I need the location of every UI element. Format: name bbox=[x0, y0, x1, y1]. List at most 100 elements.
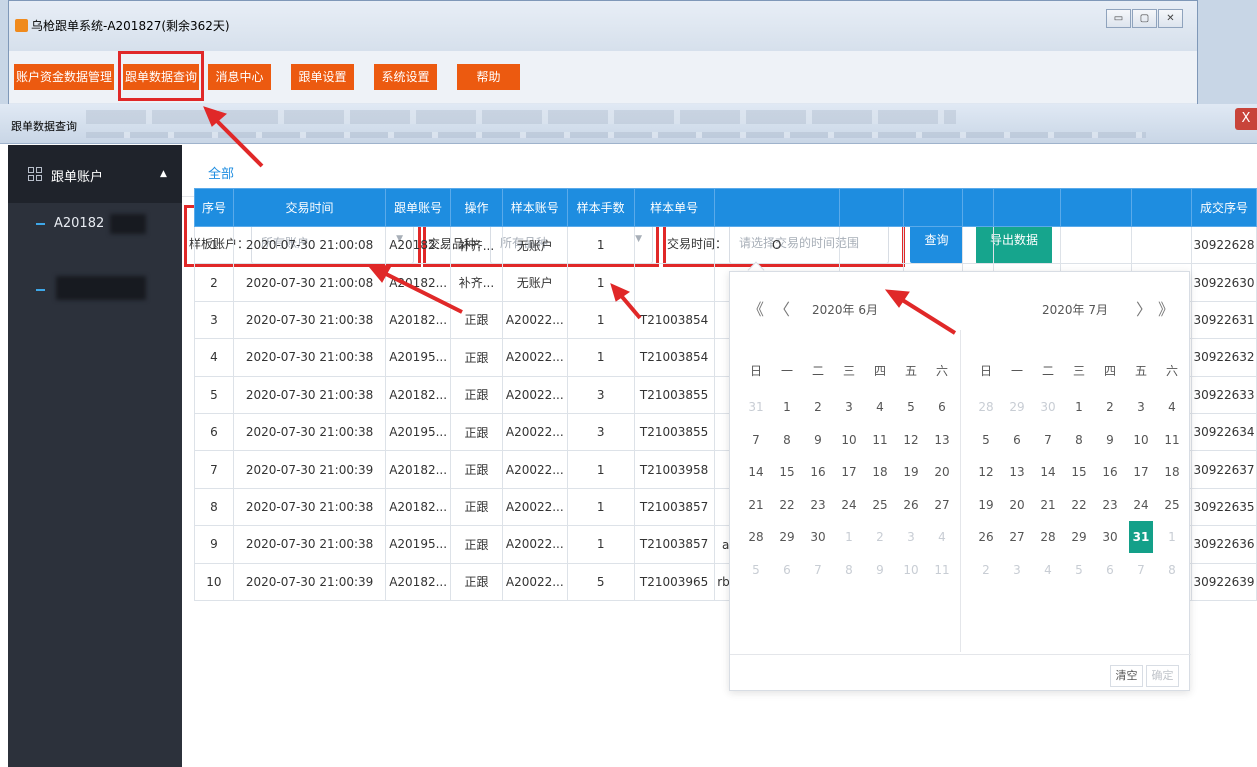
calendar-day[interactable]: 8 bbox=[1067, 424, 1091, 456]
caret-up-icon[interactable]: ▲ bbox=[160, 169, 167, 179]
calendar-day[interactable]: 2 bbox=[868, 521, 892, 553]
calendar-day[interactable]: 30 bbox=[806, 521, 830, 553]
calendar-day[interactable]: 7 bbox=[1129, 554, 1153, 586]
calendar-day[interactable]: 8 bbox=[775, 424, 799, 456]
calendar-day[interactable]: 11 bbox=[1160, 424, 1184, 456]
calendar-day[interactable]: 15 bbox=[1067, 456, 1091, 488]
calendar-day[interactable]: 5 bbox=[974, 424, 998, 456]
calendar-day[interactable]: 6 bbox=[775, 554, 799, 586]
calendar-day[interactable]: 31 bbox=[744, 391, 768, 423]
prev-year-icon[interactable]: 《 bbox=[748, 296, 764, 320]
calendar-day[interactable]: 15 bbox=[775, 456, 799, 488]
menu-help[interactable]: 帮助 bbox=[457, 64, 520, 90]
calendar-day[interactable]: 23 bbox=[1098, 489, 1122, 521]
calendar-day[interactable]: 13 bbox=[930, 424, 954, 456]
calendar-day[interactable]: 22 bbox=[1067, 489, 1091, 521]
calendar-day[interactable]: 11 bbox=[930, 554, 954, 586]
close-button[interactable]: ✕ bbox=[1158, 9, 1183, 28]
calendar-day[interactable]: 28 bbox=[1036, 521, 1060, 553]
calendar-day[interactable]: 16 bbox=[1098, 456, 1122, 488]
calendar-day[interactable]: 8 bbox=[837, 554, 861, 586]
calendar-day[interactable]: 24 bbox=[837, 489, 861, 521]
calendar-day[interactable]: 4 bbox=[868, 391, 892, 423]
calendar-day[interactable]: 10 bbox=[899, 554, 923, 586]
calendar-day[interactable]: 9 bbox=[806, 424, 830, 456]
calendar-day[interactable]: 6 bbox=[1098, 554, 1122, 586]
table-row[interactable]: 1 2020-07-30 21:00:08 A20182... 补齐... 无账户 1 O 3… bbox=[194, 225, 1257, 265]
calendar-day[interactable]: 1 bbox=[775, 391, 799, 423]
calendar-day[interactable]: 20 bbox=[930, 456, 954, 488]
clear-button[interactable]: 清空 bbox=[1110, 665, 1143, 687]
calendar-day[interactable]: 26 bbox=[899, 489, 923, 521]
calendar-day[interactable]: 21 bbox=[1036, 489, 1060, 521]
calendar-day[interactable]: 27 bbox=[930, 489, 954, 521]
calendar-day[interactable]: 26 bbox=[974, 521, 998, 553]
calendar-day[interactable]: 9 bbox=[1098, 424, 1122, 456]
calendar-day[interactable]: 1 bbox=[1160, 521, 1184, 553]
calendar-day[interactable]: 28 bbox=[744, 521, 768, 553]
calendar-day[interactable]: 4 bbox=[930, 521, 954, 553]
calendar-day[interactable]: 5 bbox=[744, 554, 768, 586]
sidebar-item-account-1[interactable]: A20182 bbox=[8, 204, 182, 244]
calendar-day[interactable]: 5 bbox=[1067, 554, 1091, 586]
menu-follow-settings[interactable]: 跟单设置 bbox=[291, 64, 354, 90]
next-month-icon[interactable]: 〉 bbox=[1136, 296, 1152, 320]
menu-account-funds[interactable]: 账户资金数据管理 bbox=[14, 64, 114, 90]
calendar-day[interactable]: 1 bbox=[837, 521, 861, 553]
calendar-day[interactable]: 23 bbox=[806, 489, 830, 521]
menu-system-settings[interactable]: 系统设置 bbox=[374, 64, 437, 90]
calendar-day[interactable]: 29 bbox=[775, 521, 799, 553]
calendar-day[interactable]: 3 bbox=[837, 391, 861, 423]
calendar-day[interactable]: 3 bbox=[899, 521, 923, 553]
calendar-day[interactable]: 12 bbox=[974, 456, 998, 488]
calendar-day[interactable]: 29 bbox=[1005, 391, 1029, 423]
calendar-day[interactable]: 4 bbox=[1160, 391, 1184, 423]
calendar-day[interactable]: 13 bbox=[1005, 456, 1029, 488]
calendar-day[interactable]: 24 bbox=[1129, 489, 1153, 521]
calendar-day[interactable]: 14 bbox=[744, 456, 768, 488]
calendar-day[interactable]: 21 bbox=[744, 489, 768, 521]
calendar-day[interactable]: 22 bbox=[775, 489, 799, 521]
sidebar-item-account-2[interactable] bbox=[8, 268, 182, 308]
calendar-day[interactable]: 19 bbox=[899, 456, 923, 488]
calendar-day[interactable]: 3 bbox=[1129, 391, 1153, 423]
calendar-day[interactable]: 14 bbox=[1036, 456, 1060, 488]
calendar-day[interactable]: 25 bbox=[868, 489, 892, 521]
calendar-day[interactable]: 30 bbox=[1036, 391, 1060, 423]
next-year-icon[interactable]: 》 bbox=[1158, 296, 1174, 320]
calendar-day[interactable]: 7 bbox=[744, 424, 768, 456]
calendar-day[interactable]: 6 bbox=[1005, 424, 1029, 456]
prev-month-icon[interactable]: 〈 bbox=[774, 296, 790, 320]
calendar-day[interactable]: 20 bbox=[1005, 489, 1029, 521]
calendar-day[interactable]: 4 bbox=[1036, 554, 1060, 586]
calendar-day[interactable]: 12 bbox=[899, 424, 923, 456]
calendar-day[interactable]: 7 bbox=[806, 554, 830, 586]
calendar-day[interactable]: 16 bbox=[806, 456, 830, 488]
calendar-day[interactable]: 3 bbox=[1005, 554, 1029, 586]
calendar-day[interactable]: 31 bbox=[1129, 521, 1153, 553]
minimize-button[interactable]: ▭ bbox=[1106, 9, 1131, 28]
calendar-day[interactable]: 29 bbox=[1067, 521, 1091, 553]
calendar-day[interactable]: 27 bbox=[1005, 521, 1029, 553]
calendar-day[interactable]: 2 bbox=[1098, 391, 1122, 423]
calendar-day[interactable]: 1 bbox=[1067, 391, 1091, 423]
calendar-day[interactable]: 17 bbox=[837, 456, 861, 488]
calendar-day[interactable]: 19 bbox=[974, 489, 998, 521]
calendar-day[interactable]: 18 bbox=[868, 456, 892, 488]
tab-all[interactable]: 全部 bbox=[208, 163, 234, 182]
maximize-button[interactable]: ▢ bbox=[1132, 9, 1157, 28]
calendar-day[interactable]: 9 bbox=[868, 554, 892, 586]
sidebar-header[interactable]: 跟单账户 ▲ bbox=[8, 145, 182, 203]
calendar-day[interactable]: 28 bbox=[974, 391, 998, 423]
confirm-button[interactable]: 确定 bbox=[1146, 665, 1179, 687]
calendar-day[interactable]: 6 bbox=[930, 391, 954, 423]
calendar-day[interactable]: 2 bbox=[806, 391, 830, 423]
calendar-day[interactable]: 11 bbox=[868, 424, 892, 456]
calendar-day[interactable]: 7 bbox=[1036, 424, 1060, 456]
calendar-day[interactable]: 2 bbox=[974, 554, 998, 586]
calendar-day[interactable]: 18 bbox=[1160, 456, 1184, 488]
menu-message-center[interactable]: 消息中心 bbox=[208, 64, 271, 90]
calendar-day[interactable]: 5 bbox=[899, 391, 923, 423]
dialog-close-button[interactable]: X bbox=[1235, 108, 1257, 130]
calendar-day[interactable]: 10 bbox=[1129, 424, 1153, 456]
